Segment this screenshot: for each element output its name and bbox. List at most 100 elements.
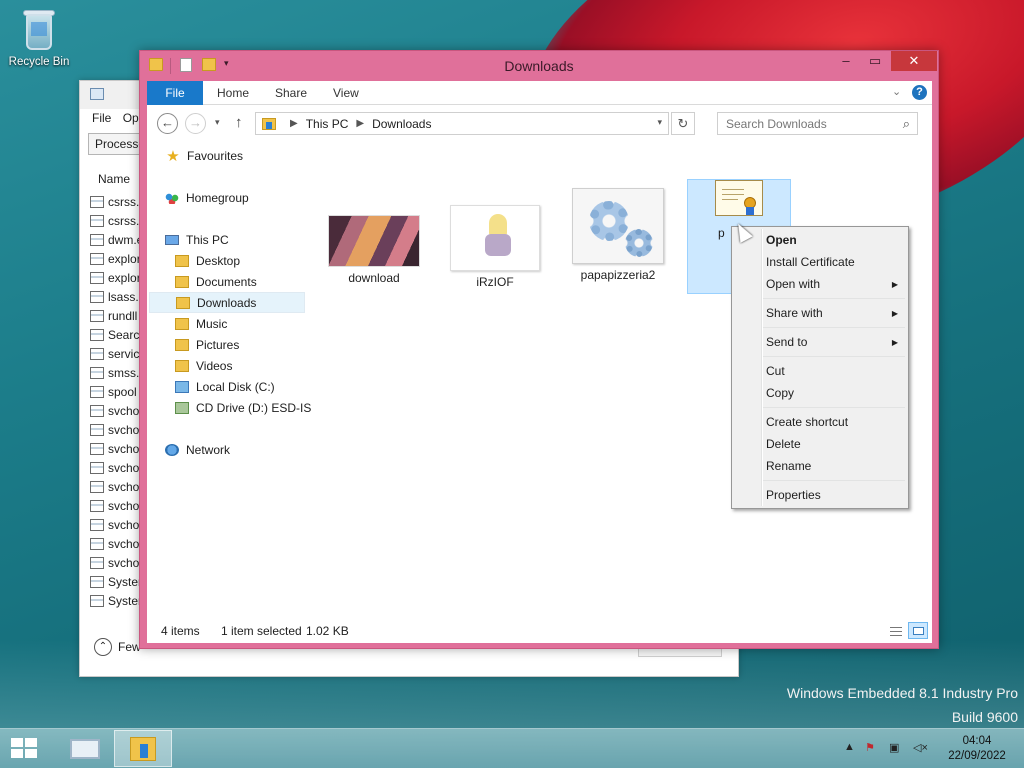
close-button[interactable]: ✕ — [891, 51, 937, 71]
downloads-folder-icon — [262, 117, 276, 130]
menu-item-rename[interactable]: Rename — [734, 456, 906, 477]
menu-item-install-certificate[interactable]: Install Certificate — [734, 252, 906, 273]
back-button[interactable]: ← — [157, 113, 178, 134]
refresh-button[interactable]: ↻ — [671, 112, 695, 135]
tab-view[interactable]: View — [333, 81, 359, 105]
task-manager-icon — [90, 88, 104, 100]
process-icon — [90, 252, 104, 265]
show-hidden-icons-icon[interactable]: ▲ — [844, 741, 855, 753]
nav-item-videos[interactable]: Videos — [175, 355, 232, 376]
forward-button[interactable]: → — [185, 113, 206, 134]
start-button[interactable] — [11, 738, 39, 760]
nav-item-favourites[interactable]: ★ Favourites — [165, 145, 243, 166]
menu-item-delete[interactable]: Delete — [734, 434, 906, 455]
tm-fewer-details[interactable]: ⌃ Few — [94, 638, 141, 656]
nav-item-network[interactable]: Network — [165, 439, 230, 460]
address-bar[interactable]: ▶ This PC ▶ Downloads ▾ — [255, 112, 669, 135]
folder-icon — [175, 254, 189, 267]
tm-column-name[interactable]: Name — [98, 172, 130, 186]
file-item-irzIOF[interactable]: iRzIOF — [443, 205, 547, 289]
tm-menu-options[interactable]: Op — [123, 111, 139, 125]
windows-logo-icon — [11, 738, 23, 747]
expand-ribbon-icon[interactable]: ⌄ — [892, 85, 901, 98]
nav-item-local-disk[interactable]: Local Disk (C:) — [175, 376, 275, 397]
breadcrumb-arrow-icon[interactable]: ▶ — [356, 118, 364, 129]
process-icon — [90, 575, 104, 588]
hard-drive-icon — [175, 380, 189, 393]
taskbar-task-manager[interactable] — [56, 730, 114, 767]
item-count: 4 items — [161, 624, 200, 638]
image-thumbnail — [450, 205, 540, 271]
breadcrumb-downloads[interactable]: Downloads — [372, 117, 431, 131]
menu-item-share-with[interactable]: Share with ▶ — [734, 303, 906, 324]
menu-item-open-with[interactable]: Open with ▶ — [734, 274, 906, 295]
menu-item-cut[interactable]: Cut — [734, 361, 906, 382]
file-item-papapizzeria2[interactable]: papapizzeria2 — [566, 188, 670, 282]
chevron-down-icon[interactable]: ▾ — [224, 58, 229, 74]
context-menu: Open Install Certificate Open with ▶ Sha… — [731, 226, 909, 509]
menu-item-properties[interactable]: Properties — [734, 485, 906, 506]
maximize-button[interactable]: ▭ — [862, 51, 888, 71]
menu-item-create-shortcut[interactable]: Create shortcut — [734, 412, 906, 433]
tab-home[interactable]: Home — [217, 81, 249, 105]
breadcrumb-arrow-icon[interactable]: ▶ — [290, 118, 298, 129]
taskbar-file-explorer[interactable] — [114, 730, 172, 767]
search-input[interactable]: Search Downloads ⌕ — [717, 112, 918, 135]
process-icon — [90, 499, 104, 512]
menu-item-open[interactable]: Open — [734, 230, 906, 251]
nav-item-documents[interactable]: Documents — [175, 271, 257, 292]
tm-menu-file[interactable]: File — [92, 111, 111, 125]
tm-fewer-details-label: Few — [118, 640, 141, 654]
image-thumbnail — [328, 215, 420, 267]
recent-locations-icon[interactable]: ▾ — [215, 117, 220, 128]
nav-item-music[interactable]: Music — [175, 313, 227, 334]
tab-share[interactable]: Share — [275, 81, 307, 105]
file-name: iRzIOF — [476, 275, 514, 289]
help-icon[interactable]: ? — [912, 85, 927, 100]
cd-drive-icon — [175, 401, 189, 414]
up-button[interactable]: ↑ — [235, 114, 243, 131]
properties-icon[interactable] — [180, 58, 192, 72]
minimize-button[interactable]: – — [833, 51, 859, 71]
folder-icon — [175, 338, 189, 351]
star-icon: ★ — [166, 147, 180, 165]
menu-item-send-to[interactable]: Send to ▶ — [734, 332, 906, 353]
nav-item-downloads[interactable]: Downloads — [149, 292, 305, 313]
build-watermark: Build 9600 — [951, 709, 1018, 725]
address-dropdown-icon[interactable]: ▾ — [657, 117, 662, 128]
nav-item-homegroup[interactable]: Homegroup — [165, 187, 249, 208]
task-manager-icon — [70, 739, 100, 759]
process-icon — [90, 404, 104, 417]
computer-icon — [165, 234, 179, 245]
process-icon — [90, 461, 104, 474]
clock-time: 04:04 — [962, 735, 992, 747]
volume-muted-icon[interactable]: ◁× — [913, 741, 928, 754]
recycle-bin-shortcut[interactable]: Recycle Bin — [6, 8, 72, 68]
taskbar: ▲ ⚑ ▣ ◁× 04:04 22/09/2022 — [0, 728, 1024, 768]
folder-icon — [175, 317, 189, 330]
nav-item-cd-drive[interactable]: CD Drive (D:) ESD-IS — [175, 397, 311, 418]
clock[interactable]: 04:04 22/09/2022 — [940, 734, 1014, 764]
file-item-download[interactable]: download — [322, 215, 426, 285]
new-folder-icon[interactable] — [202, 58, 216, 71]
process-icon — [90, 385, 104, 398]
folder-icon — [175, 359, 189, 372]
homegroup-icon — [165, 191, 179, 204]
navigation-bar: ← → ▾ ↑ ▶ This PC ▶ Downloads ▾ ↻ Search… — [147, 109, 932, 139]
details-view-button[interactable] — [886, 622, 906, 639]
large-icons-view-button[interactable] — [908, 622, 928, 639]
nav-item-desktop[interactable]: Desktop — [175, 250, 240, 271]
action-center-flag-icon[interactable]: ⚑ — [865, 741, 875, 754]
explorer-titlebar[interactable]: Downloads ▾ – ▭ ✕ — [140, 51, 938, 81]
network-status-icon[interactable]: ▣ — [889, 741, 899, 754]
process-icon — [90, 233, 104, 246]
tab-file[interactable]: File — [147, 81, 203, 105]
breadcrumb-this-pc[interactable]: This PC — [306, 117, 349, 131]
status-bar: 4 items 1 item selected 1.02 KB — [147, 615, 932, 643]
nav-item-this-pc[interactable]: This PC — [165, 229, 229, 250]
certificate-icon — [715, 180, 763, 216]
selection-count: 1 item selected — [221, 624, 302, 638]
menu-item-copy[interactable]: Copy — [734, 383, 906, 404]
folder-icon — [149, 58, 163, 71]
nav-item-pictures[interactable]: Pictures — [175, 334, 239, 355]
